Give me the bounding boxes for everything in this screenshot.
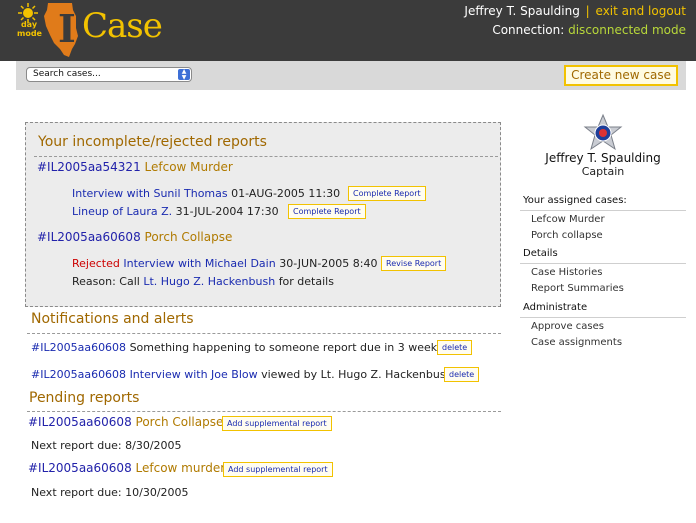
- notification-text: viewed by Lt. Hugo Z. Hackenbush: [261, 368, 453, 381]
- case-assignments-link[interactable]: Case assignments: [531, 337, 622, 348]
- divider: [520, 317, 686, 318]
- approve-cases-link[interactable]: Approve cases: [531, 321, 604, 332]
- add-supplemental-button[interactable]: Add supplemental report: [222, 416, 332, 431]
- report-link[interactable]: Interview with Michael Dain: [123, 257, 275, 270]
- report-date: 01-AUG-2005 11:30: [231, 187, 341, 200]
- rejection-reason: Reason: Call Lt. Hugo Z. Hackenbush for …: [72, 275, 334, 288]
- section-divider: [34, 156, 498, 157]
- interview-link[interactable]: Interview with Joe Blow: [130, 368, 258, 381]
- report-summaries-link[interactable]: Report Summaries: [531, 283, 624, 294]
- user-info: Jeffrey T. Spaulding | exit and logout: [464, 4, 686, 18]
- delete-button[interactable]: delete: [437, 340, 473, 355]
- case-name-link[interactable]: Porch Collapse: [145, 230, 233, 244]
- reason-prefix: Reason: Call: [72, 275, 140, 288]
- notification-item: #IL2005aa60608 Interview with Joe Blow v…: [31, 368, 453, 381]
- report-link[interactable]: Interview with Sunil Thomas: [72, 187, 228, 200]
- connection-info: Connection: disconnected mode: [492, 23, 686, 37]
- divider: [520, 210, 686, 211]
- select-arrows-icon: ▲ ▼: [178, 69, 190, 80]
- report-item: Rejected Interview with Michael Dain 30-…: [72, 257, 377, 270]
- search-cases-select[interactable]: Search cases... ▲ ▼: [26, 67, 192, 82]
- complete-report-button[interactable]: Complete Report: [288, 204, 366, 219]
- pending-title: Pending reports: [29, 390, 140, 406]
- pending-case: #IL2005aa60608 Porch Collapse: [28, 415, 223, 429]
- section-divider: [27, 333, 501, 334]
- notifications-title: Notifications and alerts: [31, 311, 194, 327]
- administrate-heading: Administrate: [523, 302, 588, 313]
- notification-item: #IL2005aa60608 Something happening to so…: [31, 341, 443, 354]
- create-case-button[interactable]: Create new case: [564, 65, 678, 86]
- case-name-link[interactable]: Lefcow Murder: [145, 160, 233, 174]
- case-histories-link[interactable]: Case Histories: [531, 267, 602, 278]
- reason-person-link[interactable]: Lt. Hugo Z. Hackenbush: [143, 275, 275, 288]
- logo-letter-i: I: [58, 6, 76, 51]
- incomplete-title: Your incomplete/rejected reports: [38, 134, 267, 150]
- chicago-police-star-icon: [583, 113, 623, 151]
- profile-name: Jeffrey T. Spaulding: [545, 151, 661, 165]
- next-report-due: Next report due: 8/30/2005: [31, 439, 182, 452]
- connection-label: Connection:: [492, 23, 565, 37]
- case-id-link[interactable]: #IL2005aa60608: [28, 461, 132, 475]
- pending-case: #IL2005aa60608 Lefcow murder: [28, 461, 225, 475]
- search-bar: Search cases... ▲ ▼ Create new case: [16, 61, 686, 90]
- case-name-link[interactable]: Lefcow murder: [136, 461, 226, 475]
- separator: |: [585, 4, 590, 18]
- case-id-link[interactable]: #IL2005aa60608: [28, 415, 132, 429]
- assigned-case-link[interactable]: Porch collapse: [531, 230, 603, 241]
- user-name: Jeffrey T. Spaulding: [464, 4, 580, 18]
- notification-text: Something happening to someone report du…: [129, 341, 443, 354]
- case-header: #IL2005aa60608 Porch Collapse: [37, 230, 232, 244]
- case-id-link[interactable]: #IL2005aa54321: [37, 160, 141, 174]
- search-select-value: Search cases...: [33, 69, 101, 79]
- add-supplemental-button[interactable]: Add supplemental report: [223, 462, 333, 477]
- delete-button[interactable]: delete: [444, 367, 480, 382]
- mode-label-line2: mode: [17, 29, 42, 38]
- report-link[interactable]: Lineup of Laura Z.: [72, 205, 172, 218]
- profile-rank: Captain: [581, 165, 625, 178]
- case-id-link[interactable]: #IL2005aa60608: [31, 368, 126, 381]
- report-date: 30-JUN-2005 8:40: [279, 257, 378, 270]
- case-name-link[interactable]: Porch Collapse: [136, 415, 224, 429]
- report-item: Interview with Sunil Thomas 01-AUG-2005 …: [72, 187, 340, 200]
- report-date: 31-JUL-2004 17:30: [175, 205, 279, 218]
- reason-suffix: for details: [278, 275, 334, 288]
- day-mode-toggle[interactable]: day mode: [17, 20, 42, 38]
- details-heading: Details: [523, 248, 558, 259]
- assigned-case-link[interactable]: Lefcow Murder: [531, 214, 605, 225]
- case-header: #IL2005aa54321 Lefcow Murder: [37, 160, 233, 174]
- report-item: Lineup of Laura Z. 31-JUL-2004 17:30: [72, 205, 279, 218]
- complete-report-button[interactable]: Complete Report: [348, 186, 426, 201]
- revise-report-button[interactable]: Revise Report: [381, 256, 447, 271]
- assigned-cases-heading: Your assigned cases:: [523, 195, 627, 206]
- case-id-link[interactable]: #IL2005aa60608: [31, 341, 126, 354]
- divider: [520, 263, 686, 264]
- next-report-due: Next report due: 10/30/2005: [31, 486, 189, 499]
- logout-link[interactable]: exit and logout: [596, 4, 686, 18]
- case-id-link[interactable]: #IL2005aa60608: [37, 230, 141, 244]
- section-divider: [27, 411, 501, 412]
- incomplete-reports-panel: Your incomplete/rejected reports #IL2005…: [25, 122, 501, 307]
- app-header: day mode I Case Jeffrey T. Spaulding | e…: [0, 0, 696, 61]
- connection-status: disconnected mode: [568, 23, 686, 37]
- rejected-label: Rejected: [72, 257, 120, 270]
- mode-label-line1: day: [20, 20, 38, 29]
- logo-text: Case: [82, 6, 163, 46]
